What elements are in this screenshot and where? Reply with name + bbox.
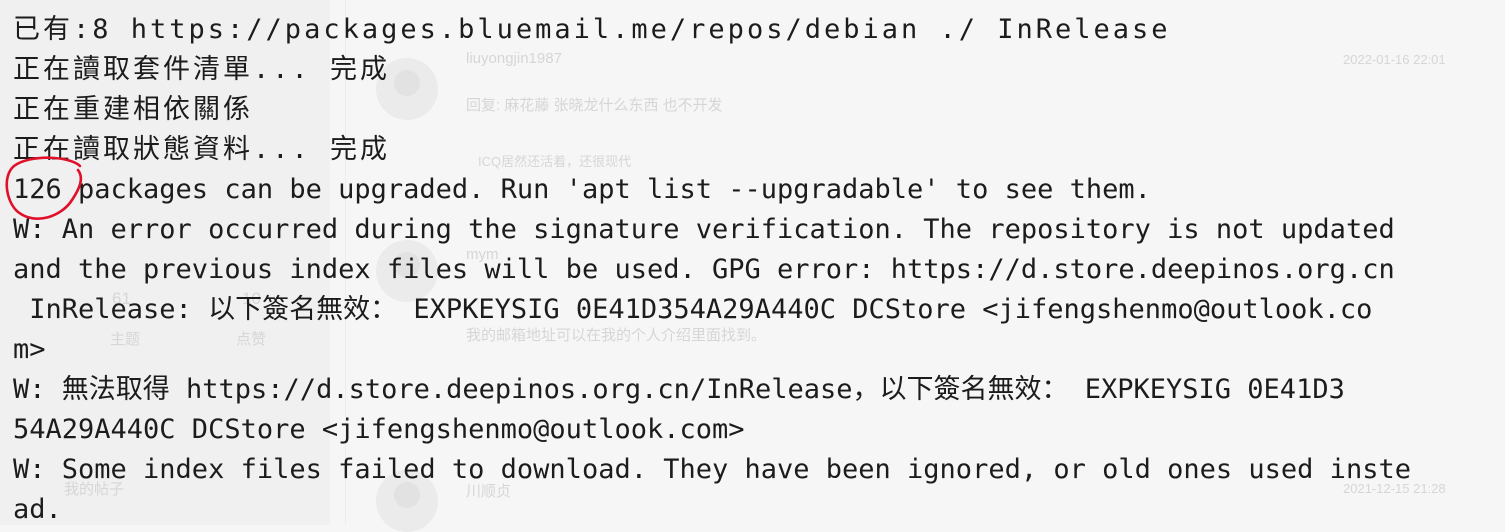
- terminal-line: W: An error occurred during the signatur…: [13, 214, 1395, 245]
- terminal-line: 54A29A440C DCStore <jifengshenmo@outlook…: [13, 414, 745, 445]
- terminal-line: 正在讀取狀態資料... 完成: [13, 134, 391, 165]
- terminal-line: 126 packages can be upgraded. Run 'apt l…: [13, 174, 1151, 205]
- terminal-line: 已有:8 https://packages.bluemail.me/repos/…: [13, 14, 1171, 45]
- terminal-line: InRelease: 以下簽名無效： EXPKEYSIG 0E41D354A29…: [13, 294, 1373, 325]
- terminal-output: 已有:8 https://packages.bluemail.me/repos/…: [0, 10, 1505, 530]
- terminal-line: m>: [13, 334, 46, 365]
- terminal-line: 正在重建相依關係: [13, 94, 253, 125]
- terminal-line: ad.: [13, 494, 62, 525]
- terminal-line: W: 無法取得 https://d.store.deepinos.org.cn/…: [13, 374, 1345, 405]
- terminal-line: W: Some index files failed to download. …: [13, 454, 1411, 485]
- terminal-line: 正在讀取套件清單... 完成: [13, 54, 391, 85]
- terminal-line: and the previous index files will be use…: [13, 254, 1395, 285]
- annotation-stroke: [5, 156, 83, 220]
- red-circle-annotation-icon: [5, 156, 83, 220]
